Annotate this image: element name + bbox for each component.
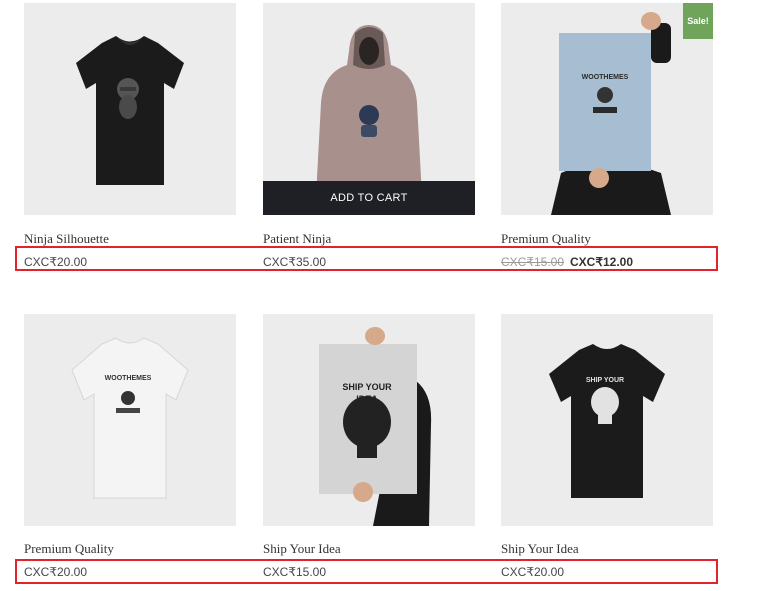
product-grid: Ninja Silhouette CXC₹20.00 ADD TO CART P… [0, 0, 768, 591]
product-card[interactable]: WOOTHEMES Sale! Premium Quality CXC₹15.0… [501, 3, 713, 273]
sale-badge: Sale! [683, 3, 713, 39]
product-title[interactable]: Ninja Silhouette [24, 231, 109, 247]
black-tshirt-icon [76, 36, 184, 185]
poster-icon: WOOTHEMES [551, 12, 671, 215]
black-tshirt-icon: SHIP YOUR [549, 344, 665, 498]
add-to-cart-button[interactable]: ADD TO CART [263, 181, 475, 215]
product-title[interactable]: Ship Your Idea [501, 541, 579, 557]
product-image[interactable]: WOOTHEMES Sale! [501, 3, 713, 215]
product-image[interactable]: ADD TO CART [263, 3, 475, 215]
product-title[interactable]: Premium Quality [24, 541, 114, 557]
poster-text: WOOTHEMES [582, 74, 629, 81]
product-image[interactable]: WOOTHEMES [24, 314, 236, 526]
poster-icon: SHIP YOUR IDEA [319, 327, 432, 526]
price-row-highlight [15, 246, 718, 271]
product-card[interactable]: WOOTHEMES Premium Quality CXC₹20.00 [24, 314, 236, 584]
product-card[interactable]: Ninja Silhouette CXC₹20.00 [24, 3, 236, 273]
poster-text: SHIP YOUR [342, 382, 392, 392]
white-tshirt-icon: WOOTHEMES [71, 337, 189, 499]
product-image[interactable] [24, 3, 236, 215]
product-card[interactable]: SHIP YOUR Ship Your Idea CXC₹20.00 [501, 314, 713, 584]
shirt-text: WOOTHEMES [105, 375, 152, 382]
product-image[interactable]: SHIP YOUR [501, 314, 713, 526]
product-title[interactable]: Patient Ninja [263, 231, 331, 247]
product-title[interactable]: Premium Quality [501, 231, 591, 247]
product-image[interactable]: SHIP YOUR IDEA [263, 314, 475, 526]
price-row-highlight [15, 559, 718, 584]
poster-text: IDEA [356, 394, 378, 404]
product-title[interactable]: Ship Your Idea [263, 541, 341, 557]
product-card[interactable]: SHIP YOUR IDEA Ship Your Idea CXC₹15.00 [263, 314, 475, 584]
shirt-text: SHIP YOUR [586, 377, 624, 384]
product-card[interactable]: ADD TO CART Patient Ninja CXC₹35.00 [263, 3, 475, 273]
